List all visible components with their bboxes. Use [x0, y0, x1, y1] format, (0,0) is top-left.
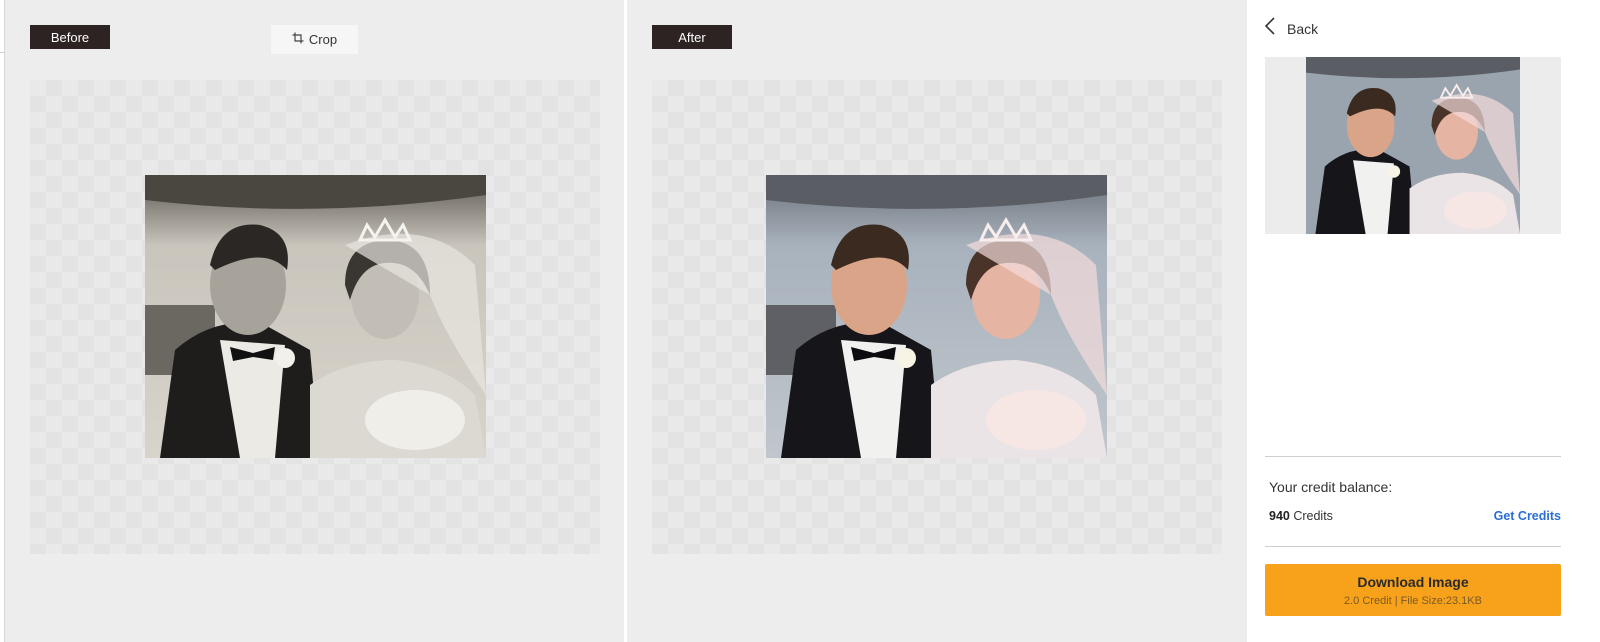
crop-icon [292, 32, 304, 47]
sidebar: Back Your credit balance: 940 Credits Ge… [1247, 0, 1600, 642]
result-thumbnail [1306, 57, 1520, 234]
credits-unit: Credits [1293, 509, 1333, 523]
after-label: After [652, 25, 732, 49]
before-photo [145, 175, 486, 458]
chevron-left-icon [1264, 17, 1275, 40]
download-button-subtext: 2.0 Credit | File Size:23.1KB [1344, 594, 1482, 607]
credit-balance-row: 940 Credits Get Credits [1269, 509, 1561, 523]
crop-button[interactable]: Crop [270, 24, 359, 55]
divider-bottom [1265, 546, 1561, 547]
credits-count: 940 [1269, 509, 1290, 523]
before-label: Before [30, 25, 110, 49]
crop-button-label: Crop [308, 32, 338, 47]
download-button-label: Download Image [1357, 573, 1469, 590]
result-thumbnail-box [1265, 57, 1561, 234]
credit-balance: 940 Credits [1269, 509, 1333, 523]
credit-balance-title: Your credit balance: [1269, 479, 1393, 495]
get-credits-link[interactable]: Get Credits [1494, 509, 1561, 523]
divider-top [1265, 456, 1561, 457]
back-button[interactable]: Back [1264, 17, 1319, 40]
after-pane: After [627, 0, 1247, 642]
after-photo [766, 175, 1107, 458]
back-label: Back [1287, 20, 1319, 37]
download-image-button[interactable]: Download Image 2.0 Credit | File Size:23… [1265, 564, 1561, 616]
before-pane: Before Crop [5, 0, 624, 642]
